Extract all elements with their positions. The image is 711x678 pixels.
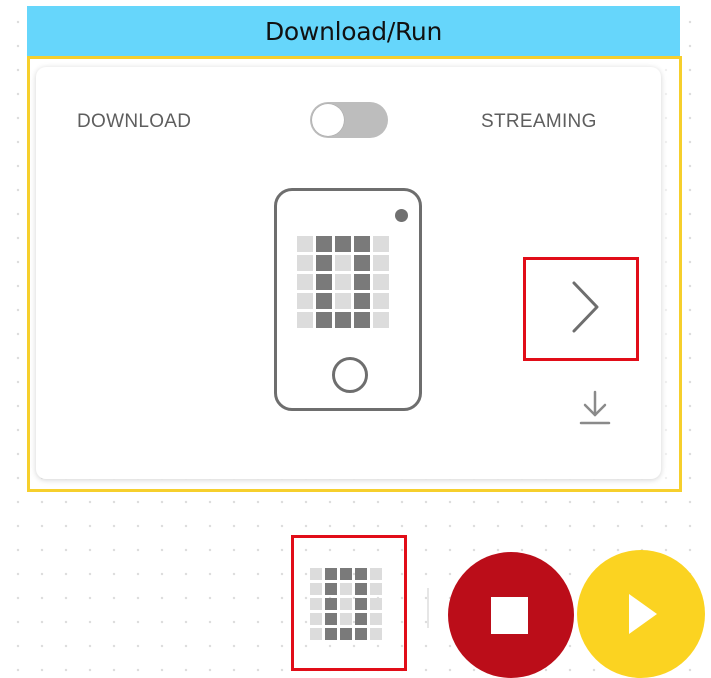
led-pixel-off [370,568,382,580]
stop-icon [491,597,528,634]
led-pixel-off [335,255,351,271]
device-led-dot [395,209,408,222]
led-pixel-off [373,236,389,252]
led-pixel-off [310,583,322,595]
device-illustration [274,188,422,411]
led-pixel-off [310,568,322,580]
streaming-mode-label: STREAMING [481,111,597,132]
led-pixel-on [325,613,337,625]
led-pixel-on [340,568,352,580]
led-pixel-off [370,598,382,610]
dialog-title: Download/Run [264,16,443,46]
led-pixel-off [310,613,322,625]
led-pixel-off [335,274,351,290]
led-pixel-off [297,293,313,309]
led-pixel-on [335,312,351,328]
led-pixel-off [335,293,351,309]
led-pixel-off [340,598,352,610]
led-pixel-on [354,274,370,290]
led-pixel-off [373,293,389,309]
led-pixel-on [354,236,370,252]
led-pixel-off [373,312,389,328]
dialog-title-bar: Download/Run [27,6,680,56]
led-pixel-off [310,598,322,610]
led-pixel-on [325,568,337,580]
led-pixel-on [316,312,332,328]
led-pixel-on [355,583,367,595]
led-pixel-on [325,583,337,595]
led-pixel-on [316,293,332,309]
stop-button[interactable] [448,552,574,678]
download-mode-label: DOWNLOAD [77,111,192,132]
led-pixel-off [310,628,322,640]
download-icon[interactable] [578,390,612,426]
led-pixel-off [373,274,389,290]
led-pixel-on [354,293,370,309]
led-pixel-on [354,255,370,271]
led-pixel-off [340,613,352,625]
mode-toggle[interactable] [310,102,388,138]
led-pixel-off [297,274,313,290]
toggle-knob [312,104,344,136]
led-pixel-off [370,613,382,625]
device-button-icon [332,357,368,393]
led-pixel-on [325,598,337,610]
led-pixel-off [373,255,389,271]
led-pixel-off [370,583,382,595]
led-pixel-on [355,628,367,640]
led-pixel-on [316,255,332,271]
led-pixel-off [297,236,313,252]
led-pixel-on [355,598,367,610]
play-button[interactable] [577,550,705,678]
led-pixel-on [354,312,370,328]
led-pixel-on [355,568,367,580]
led-pixel-off [297,312,313,328]
toolbar-divider [427,588,429,628]
led-pixel-on [325,628,337,640]
led-pixel-off [370,628,382,640]
led-pixel-on [316,236,332,252]
led-pixel-on [316,274,332,290]
play-icon [629,594,657,634]
led-pixel-on [340,628,352,640]
chevron-right-icon[interactable] [565,279,605,335]
device-led-matrix [297,236,389,328]
program-thumbnail[interactable] [310,568,382,640]
led-pixel-on [335,236,351,252]
led-pixel-off [297,255,313,271]
led-pixel-off [340,583,352,595]
led-pixel-on [355,613,367,625]
